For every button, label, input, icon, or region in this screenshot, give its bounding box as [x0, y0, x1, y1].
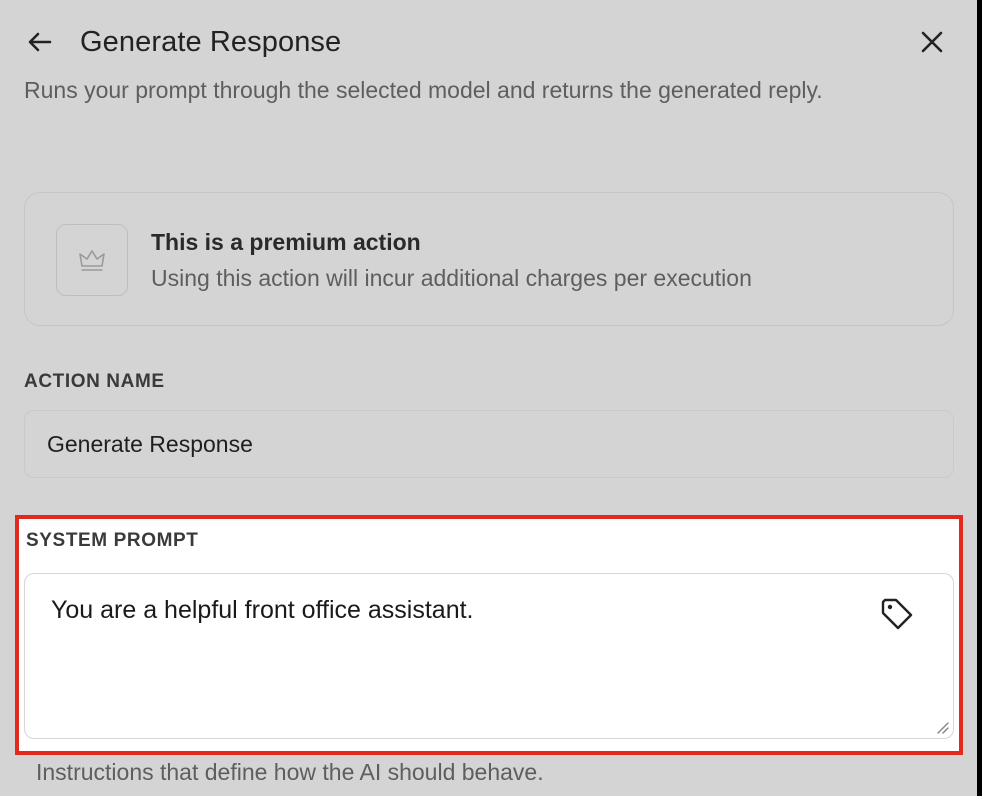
arrow-left-icon[interactable]: [24, 26, 56, 58]
close-icon[interactable]: [916, 26, 948, 58]
premium-notice: This is a premium action Using this acti…: [24, 192, 954, 326]
action-description: Runs your prompt through the selected mo…: [24, 77, 823, 103]
resize-handle-icon[interactable]: [935, 720, 949, 734]
window-edge: [977, 0, 982, 796]
panel-header: Generate Response: [24, 24, 954, 64]
system-prompt-label: SYSTEM PROMPT: [26, 530, 199, 551]
premium-description: Using this action will incur additional …: [151, 265, 752, 291]
system-prompt-help: Instructions that define how the AI shou…: [36, 759, 544, 785]
system-prompt-text: You are a helpful front office assistant…: [51, 596, 474, 624]
premium-title: This is a premium action: [151, 229, 421, 255]
action-name-input[interactable]: Generate Response: [24, 410, 954, 478]
crown-icon: [56, 224, 128, 296]
page-title: Generate Response: [80, 26, 342, 58]
action-name-label: ACTION NAME: [24, 371, 165, 392]
system-prompt-textarea[interactable]: You are a helpful front office assistant…: [24, 573, 954, 739]
tag-icon[interactable]: [877, 594, 917, 634]
